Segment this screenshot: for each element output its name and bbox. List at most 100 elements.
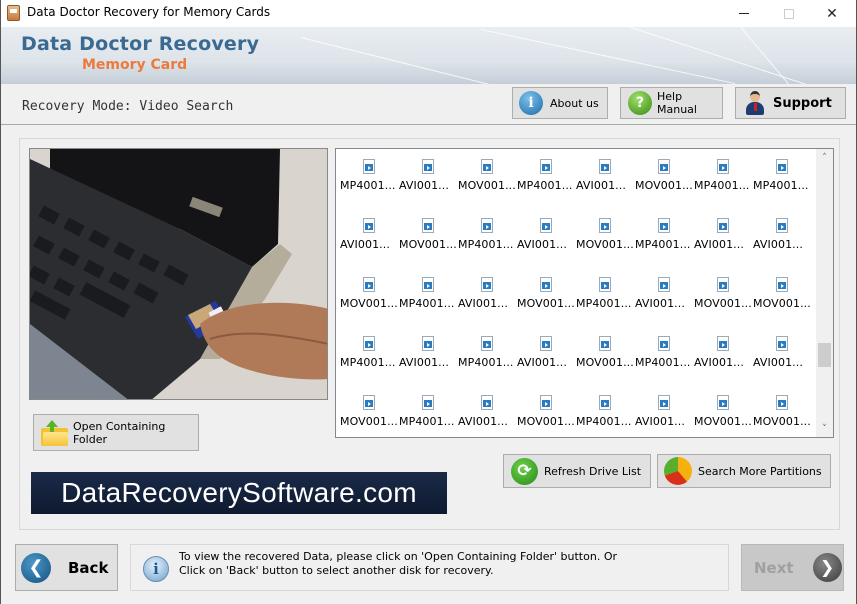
file-name: MP4001... (517, 179, 573, 192)
file-item[interactable]: MOV001... (340, 389, 399, 437)
scroll-up-button[interactable]: ˄ (816, 149, 833, 166)
file-item[interactable]: MP4001... (458, 330, 517, 380)
file-name: AVI001... (753, 356, 803, 369)
video-file-icon (363, 336, 375, 351)
file-item[interactable]: MOV001... (517, 389, 576, 437)
video-file-icon (422, 277, 434, 292)
file-item[interactable]: AVI001... (694, 212, 753, 262)
file-item[interactable]: AVI001... (399, 330, 458, 380)
file-item[interactable]: AVI001... (517, 330, 576, 380)
video-file-icon (776, 277, 788, 292)
file-item[interactable]: MP4001... (458, 212, 517, 262)
file-item[interactable]: MOV001... (576, 330, 635, 380)
open-containing-folder-button[interactable]: Open Containing Folder (33, 414, 199, 451)
support-person-icon (745, 91, 765, 115)
file-item[interactable]: MP4001... (635, 212, 694, 262)
instruction-text: To view the recovered Data, please click… (179, 550, 719, 578)
brand-header: Data Doctor Recovery Memory Card (1, 27, 856, 84)
file-name: MOV001... (399, 238, 457, 251)
file-item[interactable]: MP4001... (399, 271, 458, 321)
file-name: MOV001... (340, 297, 398, 310)
file-item[interactable]: AVI001... (458, 389, 517, 437)
search-more-partitions-button[interactable]: Search More Partitions (657, 454, 831, 488)
refresh-drive-list-button[interactable]: ⟳ Refresh Drive List (503, 454, 651, 488)
video-file-icon (658, 336, 670, 351)
file-item[interactable]: MOV001... (340, 271, 399, 321)
file-item[interactable]: MP4001... (517, 153, 576, 203)
file-item[interactable]: MP4001... (399, 389, 458, 437)
chevron-down-icon: ˅ (822, 423, 827, 434)
next-button[interactable]: Next ❯ (741, 544, 844, 591)
video-file-icon (776, 218, 788, 233)
window-title: Data Doctor Recovery for Memory Cards (27, 5, 271, 19)
file-name: MP4001... (753, 179, 809, 192)
help-manual-button[interactable]: ? Help Manual (620, 87, 723, 119)
file-item[interactable]: MP4001... (340, 330, 399, 380)
file-item[interactable]: AVI001... (753, 212, 812, 262)
refresh-label: Refresh Drive List (544, 464, 642, 478)
video-file-icon (658, 277, 670, 292)
vertical-scrollbar[interactable]: ˄ ˅ (816, 149, 833, 437)
app-window: Data Doctor Recovery for Memory Cards ✕ … (0, 0, 857, 604)
file-name: AVI001... (635, 415, 685, 428)
about-us-button[interactable]: i About us (512, 87, 608, 119)
file-item[interactable]: AVI001... (399, 153, 458, 203)
file-item[interactable]: MP4001... (635, 330, 694, 380)
file-item[interactable]: MP4001... (694, 153, 753, 203)
file-item[interactable]: MOV001... (753, 389, 812, 437)
video-file-icon (363, 395, 375, 410)
title-bar: Data Doctor Recovery for Memory Cards ✕ (1, 0, 856, 27)
video-file-icon (363, 159, 375, 174)
scroll-down-button[interactable]: ˅ (816, 420, 833, 437)
scroll-thumb[interactable] (818, 343, 831, 367)
file-name: MOV001... (517, 415, 575, 428)
info-icon: i (519, 91, 543, 115)
file-item[interactable]: MP4001... (576, 271, 635, 321)
file-item[interactable]: MP4001... (576, 389, 635, 437)
file-item[interactable]: AVI001... (635, 271, 694, 321)
website-text: DataRecoverySoftware.com (61, 477, 417, 508)
file-item[interactable]: AVI001... (517, 212, 576, 262)
chevron-right-icon: ❯ (812, 553, 842, 582)
recovered-files-list[interactable]: MP4001... AVI001... MOV001... MP4001... AVI0… (335, 148, 834, 438)
video-file-icon (776, 159, 788, 174)
file-item[interactable]: MOV001... (458, 153, 517, 203)
header-decoration (300, 37, 515, 84)
file-item[interactable]: MP4001... (753, 153, 812, 203)
back-button[interactable]: ❮ Back (15, 544, 118, 591)
video-file-icon (717, 336, 729, 351)
file-item[interactable]: AVI001... (694, 330, 753, 380)
file-item[interactable]: MOV001... (517, 271, 576, 321)
file-item[interactable]: MP4001... (340, 153, 399, 203)
file-item[interactable]: MOV001... (753, 271, 812, 321)
file-name: MOV001... (635, 179, 693, 192)
file-name: MP4001... (576, 415, 632, 428)
file-item[interactable]: AVI001... (753, 330, 812, 380)
video-file-icon (658, 218, 670, 233)
video-file-icon (422, 218, 434, 233)
file-item[interactable]: MOV001... (694, 389, 753, 437)
file-name: MP4001... (576, 297, 632, 310)
file-name: MP4001... (458, 238, 514, 251)
file-name: MP4001... (340, 179, 396, 192)
file-name: MOV001... (576, 238, 634, 251)
file-item[interactable]: MOV001... (399, 212, 458, 262)
minimize-button[interactable] (721, 0, 767, 27)
video-file-icon (717, 218, 729, 233)
file-name: MP4001... (694, 179, 750, 192)
video-file-icon (481, 218, 493, 233)
maximize-button[interactable] (766, 0, 812, 27)
refresh-icon: ⟳ (511, 457, 538, 485)
file-name: AVI001... (694, 238, 744, 251)
file-item[interactable]: AVI001... (458, 271, 517, 321)
file-item[interactable]: AVI001... (576, 153, 635, 203)
close-button[interactable]: ✕ (809, 0, 855, 27)
file-item[interactable]: AVI001... (635, 389, 694, 437)
file-item[interactable]: MOV001... (576, 212, 635, 262)
file-item[interactable]: AVI001... (340, 212, 399, 262)
file-name: AVI001... (694, 356, 744, 369)
video-file-icon (540, 395, 552, 410)
file-item[interactable]: MOV001... (694, 271, 753, 321)
support-button[interactable]: Support (735, 87, 846, 119)
file-item[interactable]: MOV001... (635, 153, 694, 203)
